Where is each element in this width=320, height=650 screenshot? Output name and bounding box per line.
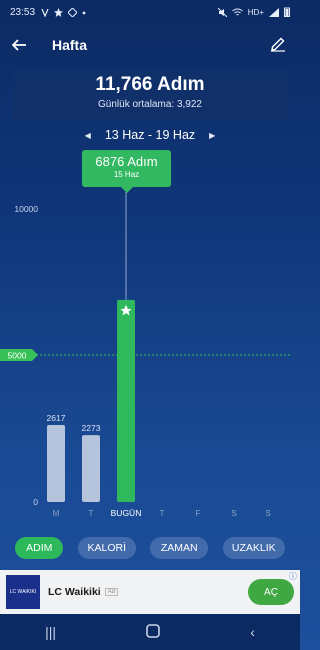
battery-icon [284, 7, 290, 17]
signal-icon [269, 7, 279, 17]
star-icon [54, 7, 64, 17]
total-steps: 11,766 Adım [95, 74, 205, 95]
ad-banner[interactable]: LC WAIKIKI LC Waikiki Ad AÇ ⓘ [0, 570, 300, 614]
steps-chart: 10000 0 5000 2617 M 2273 T BUGÜN T F S S 6876 Adım … [0, 140, 300, 530]
chart-svg: 10000 0 5000 2617 M 2273 T BUGÜN T F S S [0, 192, 290, 518]
ad-info-icon[interactable]: ⓘ [289, 571, 297, 582]
bar-value-label: 2273 [82, 423, 101, 433]
maps-icon [68, 7, 78, 17]
tab-time[interactable]: ZAMAN [150, 537, 209, 559]
previous-week-icon[interactable]: ◀ [85, 131, 91, 140]
goal-line-label: 5000 [8, 351, 27, 361]
edit-icon[interactable] [270, 36, 288, 54]
advertiser-name: LC Waikiki [48, 586, 101, 598]
notification-icon [41, 8, 49, 17]
x-tick-label: M [53, 509, 60, 518]
mute-icon [217, 7, 227, 17]
network-type-label: HD+ [247, 7, 264, 17]
status-time: 23:53 [10, 6, 36, 18]
tooltip-date: 15 Haz [113, 170, 140, 179]
tab-steps[interactable]: ADIM [15, 537, 64, 559]
system-nav-bar: ||| ‹ [0, 614, 300, 650]
tooltip-value: 6876 Adım [95, 154, 158, 169]
daily-average: Günlük ortalama: 3,922 [98, 99, 202, 110]
summary-card: 11,766 Adım Günlük ortalama: 3,922 [12, 68, 288, 120]
advertiser-logo: LC WAIKIKI [6, 575, 40, 609]
x-tick-label: S [265, 509, 270, 518]
tab-calories[interactable]: KALORİ [77, 537, 136, 559]
bar [82, 435, 100, 502]
recent-apps-icon[interactable]: ||| [45, 624, 56, 640]
status-bar: 23:53 HD+ [0, 0, 300, 24]
home-icon[interactable] [146, 623, 160, 641]
bar [47, 425, 65, 502]
back-nav-icon[interactable]: ‹ [250, 624, 255, 640]
selected-day-tooltip: 6876 Adım 15 Haz [82, 150, 171, 193]
x-tick-label: T [89, 509, 94, 518]
x-tick-label: S [231, 509, 236, 518]
page-title: Hafta [52, 37, 88, 53]
x-tick-label: BUGÜN [111, 508, 142, 518]
app-bar: Hafta [0, 30, 300, 60]
bar-value-label: 2617 [47, 413, 66, 423]
y-tick-label: 10000 [14, 204, 38, 214]
dot-icon [82, 11, 86, 14]
open-ad-button[interactable]: AÇ [248, 579, 294, 605]
x-tick-label: T [160, 509, 165, 518]
y-tick-label: 0 [33, 497, 38, 507]
next-week-icon[interactable]: ▶ [209, 131, 215, 140]
tab-distance[interactable]: UZAKLIK [222, 537, 285, 559]
wifi-icon [231, 8, 243, 15]
metric-tabs: ADIM KALORİ ZAMAN UZAKLIK [0, 537, 300, 559]
back-icon[interactable] [12, 36, 30, 54]
bar [117, 299, 135, 502]
ad-badge: Ad [104, 588, 119, 596]
x-tick-label: F [196, 509, 201, 518]
